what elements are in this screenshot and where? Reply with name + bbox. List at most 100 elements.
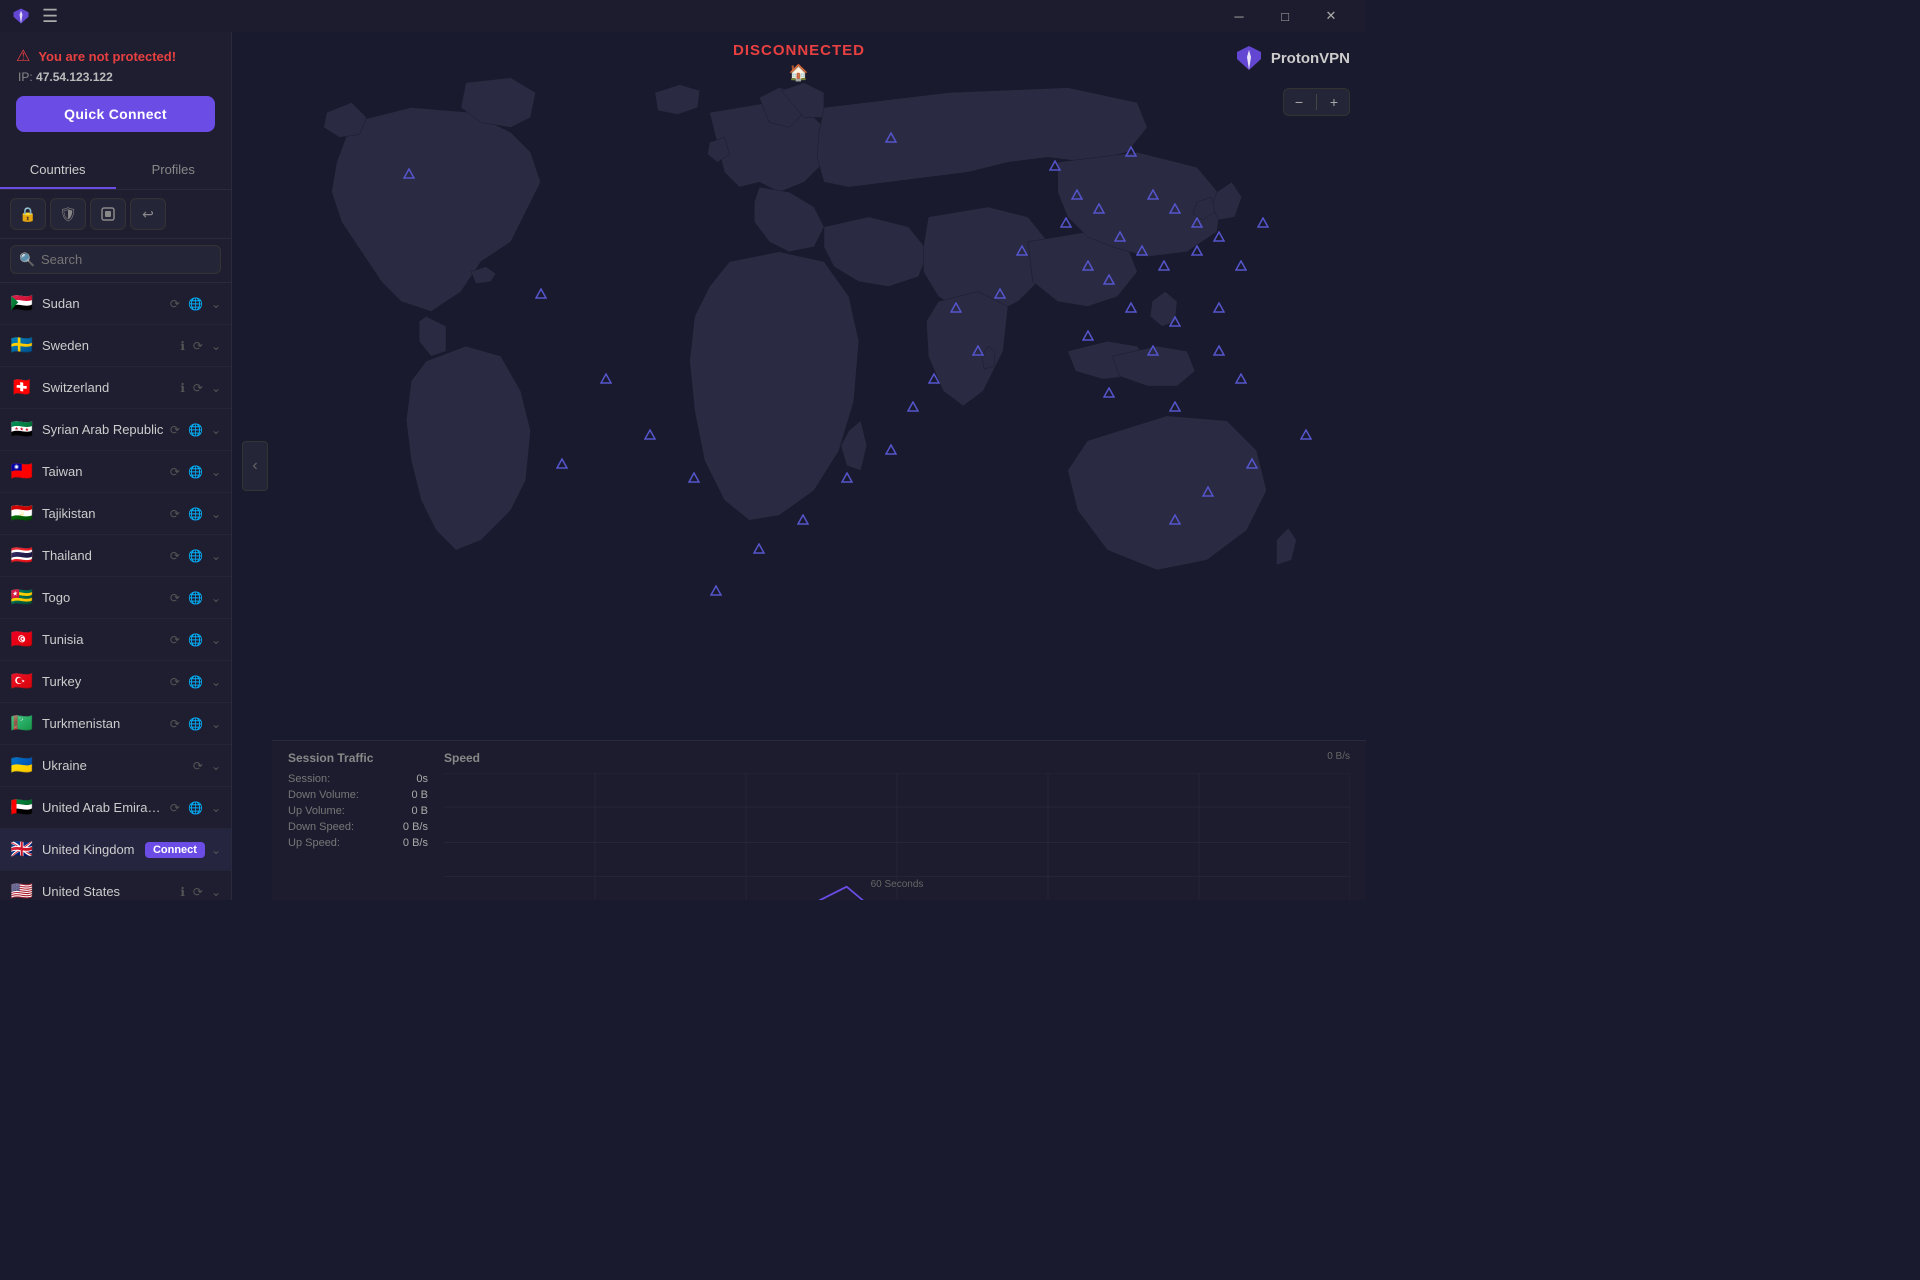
close-button[interactable]: ✕ — [1308, 0, 1354, 32]
country-actions: ⟳🌐 ⌄ — [168, 799, 221, 817]
chevron-down-icon[interactable]: ⌄ — [211, 549, 221, 563]
chevron-down-icon[interactable]: ⌄ — [211, 423, 221, 437]
tab-profiles[interactable]: Profiles — [116, 152, 232, 189]
action-icon[interactable]: 🌐 — [186, 715, 205, 733]
collapse-sidebar-button[interactable]: ‹ — [242, 441, 268, 491]
chevron-down-icon[interactable]: ⌄ — [211, 759, 221, 773]
action-icon[interactable]: 🌐 — [186, 589, 205, 607]
action-icon[interactable]: ⟳ — [168, 547, 182, 565]
action-icon[interactable]: ⟳ — [168, 631, 182, 649]
list-item[interactable]: 🇹🇭Thailand⟳🌐⌄ — [0, 535, 231, 577]
main-content: ⚠ You are not protected! IP: 47.54.123.1… — [0, 32, 1366, 900]
action-icon[interactable]: ⟳ — [191, 337, 205, 355]
chevron-down-icon[interactable]: ⌄ — [211, 507, 221, 521]
list-item[interactable]: 🇦🇪United Arab Emirates⟳🌐⌄ — [0, 787, 231, 829]
chevron-down-icon[interactable]: ⌄ — [211, 843, 221, 857]
sidebar-header: ⚠ You are not protected! IP: 47.54.123.1… — [0, 32, 231, 142]
search-wrap: 🔍 — [0, 239, 231, 283]
collapse-icon: ‹ — [252, 457, 257, 475]
list-item[interactable]: 🇹🇳 Tunisia ⟳🌐 ⌄ — [0, 619, 231, 661]
chevron-down-icon[interactable]: ⌄ — [211, 885, 221, 899]
action-icon[interactable]: 🌐 — [186, 505, 205, 523]
chevron-down-icon[interactable]: ⌄ — [211, 675, 221, 689]
list-item[interactable]: 🇺🇦Ukraine⟳⌄ — [0, 745, 231, 787]
action-icon[interactable]: ℹ — [178, 337, 187, 355]
filter-p2p[interactable]: 🛡 — [50, 198, 86, 230]
country-flag: 🇹🇳 — [10, 629, 34, 650]
proton-logo: ProtonVPN — [1235, 44, 1350, 72]
action-icon[interactable]: ⟳ — [191, 379, 205, 397]
action-icon[interactable]: ⟳ — [168, 505, 182, 523]
list-item[interactable]: 🇺🇸United Statesℹ⟳⌄ — [0, 871, 231, 900]
action-icon[interactable]: 🌐 — [186, 463, 205, 481]
country-name: Syrian Arab Republic — [42, 422, 164, 437]
zoom-in-button[interactable]: + — [1319, 89, 1349, 115]
action-icon[interactable]: ⟳ — [168, 799, 182, 817]
session-row-value: 0 B — [411, 789, 428, 801]
chevron-down-icon[interactable]: ⌄ — [211, 339, 221, 353]
action-icon[interactable]: ℹ — [178, 883, 187, 901]
list-item[interactable]: 🇹🇷Turkey⟳🌐⌄ — [0, 661, 231, 703]
zoom-out-button[interactable]: − — [1284, 89, 1314, 115]
action-icon[interactable]: ⟳ — [168, 463, 182, 481]
search-input[interactable] — [10, 245, 221, 274]
country-actions: ⟳⌄ — [191, 757, 221, 775]
maximize-button[interactable]: □ — [1262, 0, 1308, 32]
speed-chart: Speed 0 B/s — [444, 751, 1350, 890]
country-actions: ⟳🌐 ⌄ — [168, 463, 221, 481]
action-icon[interactable]: ⟳ — [191, 883, 205, 901]
country-flag: 🇹🇲 — [10, 713, 34, 734]
action-icon[interactable]: ⟳ — [168, 421, 182, 439]
country-actions: ⟳🌐 ⌄ — [168, 673, 221, 691]
action-icon[interactable]: ⟳ — [191, 757, 205, 775]
minimize-button[interactable]: ─ — [1216, 0, 1262, 32]
speed-label: Speed — [444, 751, 1350, 765]
chevron-down-icon[interactable]: ⌄ — [211, 381, 221, 395]
warning-icon: ⚠ — [16, 46, 30, 66]
action-icon[interactable]: 🌐 — [186, 631, 205, 649]
session-row: Up Speed:0 B/s — [288, 837, 428, 849]
chevron-down-icon[interactable]: ⌄ — [211, 717, 221, 731]
action-icon[interactable]: ℹ — [178, 379, 187, 397]
action-icon[interactable]: 🌐 — [186, 673, 205, 691]
filter-streaming[interactable]: ↩ — [130, 198, 166, 230]
map-area: ‹ DISCONNECTED 🏠 ProtonVPN − + — [232, 32, 1366, 900]
menu-icon[interactable]: ☰ — [42, 7, 58, 25]
session-row: Down Volume:0 B — [288, 789, 428, 801]
chevron-down-icon[interactable]: ⌄ — [211, 465, 221, 479]
filter-secure-core[interactable]: 🔒 — [10, 198, 46, 230]
action-icon[interactable]: ⟳ — [168, 715, 182, 733]
list-item[interactable]: 🇬🇧United KingdomConnect⌄ — [0, 829, 231, 871]
action-icon[interactable]: ⟳ — [168, 589, 182, 607]
zoom-divider — [1316, 94, 1317, 110]
country-flag: 🇺🇦 — [10, 755, 34, 776]
list-item[interactable]: 🇸🇩Sudan⟳🌐⌄ — [0, 283, 231, 325]
country-flag: 🇨🇭 — [10, 377, 34, 398]
list-item[interactable]: 🇹🇼Taiwan⟳🌐⌄ — [0, 451, 231, 493]
proton-logo-icon — [1235, 44, 1263, 72]
chevron-down-icon[interactable]: ⌄ — [211, 801, 221, 815]
action-icon[interactable]: 🌐 — [186, 295, 205, 313]
window-controls: ─ □ ✕ — [1216, 0, 1354, 32]
action-icon[interactable]: 🌐 — [186, 799, 205, 817]
action-icon[interactable]: 🌐 — [186, 421, 205, 439]
session-row-value: 0s — [416, 773, 428, 785]
chevron-down-icon[interactable]: ⌄ — [211, 633, 221, 647]
list-item[interactable]: 🇹🇯Tajikistan⟳🌐⌄ — [0, 493, 231, 535]
quick-connect-button[interactable]: Quick Connect — [16, 96, 215, 132]
action-icon[interactable]: ⟳ — [168, 295, 182, 313]
list-item[interactable]: 🇸🇪Swedenℹ⟳⌄ — [0, 325, 231, 367]
chevron-down-icon[interactable]: ⌄ — [211, 297, 221, 311]
country-name: Tunisia — [42, 632, 164, 647]
chevron-down-icon[interactable]: ⌄ — [211, 591, 221, 605]
action-icon[interactable]: ⟳ — [168, 673, 182, 691]
list-item[interactable]: 🇹🇬Togo⟳🌐⌄ — [0, 577, 231, 619]
chart-time-label: 60 Seconds — [871, 879, 924, 890]
list-item[interactable]: 🇨🇭Switzerlandℹ⟳⌄ — [0, 367, 231, 409]
filter-tor[interactable] — [90, 198, 126, 230]
connect-button[interactable]: Connect — [145, 842, 205, 858]
action-icon[interactable]: 🌐 — [186, 547, 205, 565]
tab-countries[interactable]: Countries — [0, 152, 116, 189]
list-item[interactable]: 🇸🇾Syrian Arab Republic⟳🌐⌄ — [0, 409, 231, 451]
list-item[interactable]: 🇹🇲Turkmenistan⟳🌐⌄ — [0, 703, 231, 745]
